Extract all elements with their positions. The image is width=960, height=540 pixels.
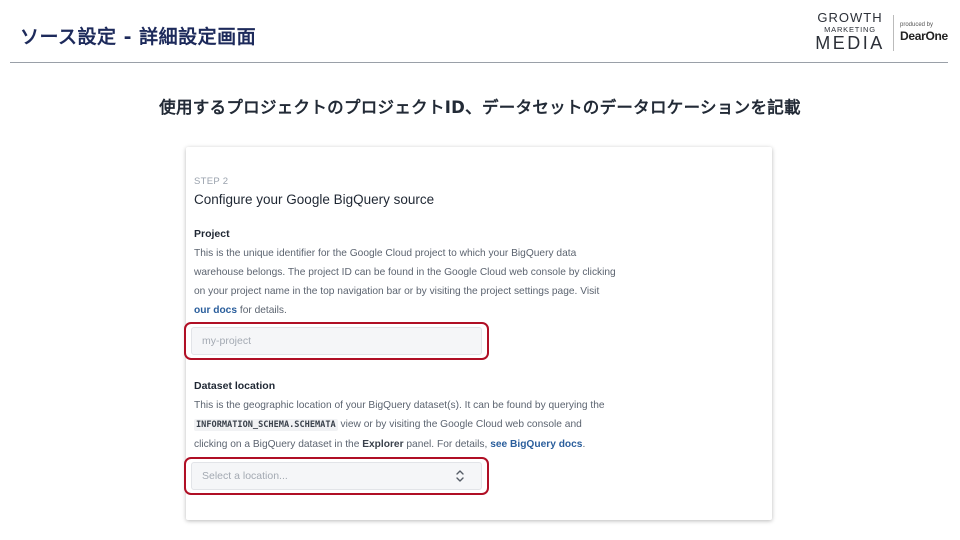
schema-code: INFORMATION_SCHEMA.SCHEMATA [194,419,338,431]
bigquery-docs-link[interactable]: see BigQuery docs [490,439,582,450]
location-select-highlight [184,457,489,495]
explorer-text: Explorer [362,439,404,450]
logo-media-text: MEDIA [815,33,885,53]
logo-growth-text: GROWTH [817,10,883,25]
logo-produced-by: produced by [900,22,934,28]
configure-source-card: STEP 2 Configure your Google BigQuery so… [184,147,772,520]
project-desc-line1: This is the unique identifier for the Go… [194,248,577,259]
dearone-logo: produced by DearOne [900,21,948,43]
dataset-location-label: Dataset location [194,380,276,392]
dataset-desc-end: . [582,439,586,450]
growth-marketing-media-wordmark: GROWTH MARKETING MEDIA [814,11,886,53]
our-docs-link[interactable]: our docs [194,305,237,316]
project-input-highlight [184,322,489,360]
step-indicator: STEP 2 [194,176,229,187]
card-title: Configure your Google BigQuery source [194,192,435,207]
project-desc-tail: for details. [237,305,287,316]
dataset-location-description: This is the geographic location of your … [194,396,734,454]
logo-dearone-text: DearOne [900,29,948,43]
growth-marketing-media-logo: GROWTH MARKETING MEDIA produced by DearO… [814,11,954,55]
dataset-desc-line1: This is the geographic location of your … [194,400,605,411]
dataset-desc-line3a: clicking on a BigQuery dataset in the [194,439,363,450]
dataset-desc-line2: view or by visiting the Google Cloud web… [337,419,582,430]
dataset-desc-line3b: panel. For details, [403,439,491,450]
project-label: Project [194,228,230,240]
slide-subtitle: 使用するプロジェクトのプロジェクトID、データセットのデータロケーションを記載 [159,98,801,117]
project-desc-line3: on your project name in the top navigati… [194,286,600,297]
header-divider [10,62,948,63]
project-description: This is the unique identifier for the Go… [194,244,734,320]
logo-divider [893,15,894,51]
project-desc-line2: warehouse belongs. The project ID can be… [194,267,616,278]
slide-title: ソース設定 - 詳細設定画面 [20,26,257,48]
